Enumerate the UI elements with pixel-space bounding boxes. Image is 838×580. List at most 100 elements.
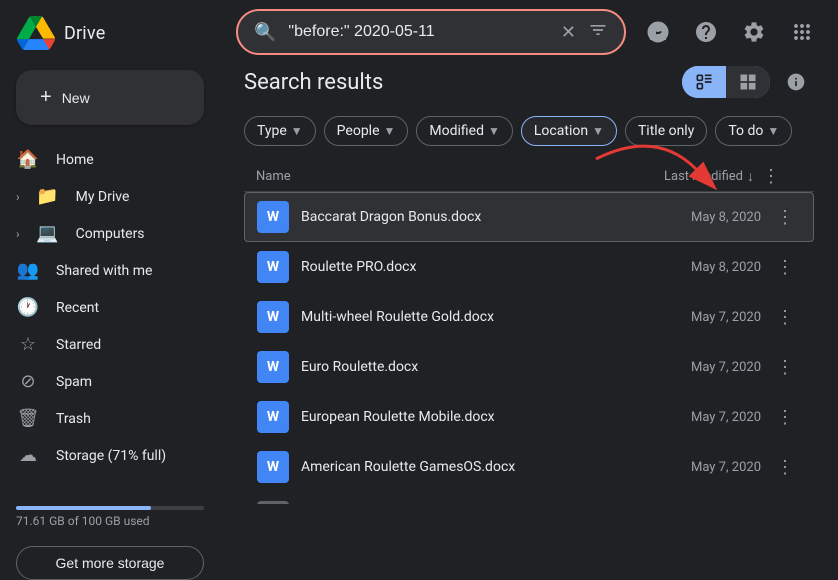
- sidebar-item-home[interactable]: 🏠 Home: [0, 141, 204, 178]
- filter-modified[interactable]: Modified ▼: [416, 116, 512, 146]
- filter-type[interactable]: Type ▼: [244, 116, 316, 146]
- file-menu-button[interactable]: ⋮: [769, 451, 801, 483]
- file-date: May 8, 2020: [621, 210, 761, 225]
- file-menu-button[interactable]: ⋮: [769, 351, 801, 383]
- file-menu-button[interactable]: ⋮: [769, 401, 801, 433]
- filter-modified-label: Modified: [429, 123, 484, 139]
- sidebar-item-label: My Drive: [76, 189, 188, 205]
- sidebar-item-recent[interactable]: 🕐 Recent: [0, 289, 204, 326]
- table-row[interactable]: W Euro Roulette.docx May 7, 2020 ⋮: [244, 342, 814, 392]
- help-button[interactable]: [686, 12, 726, 52]
- word-doc-icon: W: [257, 201, 289, 233]
- sidebar-item-label: Storage (71% full): [56, 448, 188, 464]
- word-doc-icon: W: [257, 351, 289, 383]
- search-filters-icon[interactable]: [588, 20, 608, 45]
- sidebar-item-my-drive[interactable]: › 📁 My Drive: [0, 178, 204, 215]
- word-doc-icon: W: [257, 251, 289, 283]
- new-button[interactable]: + New: [16, 70, 204, 125]
- cloud-icon: ☁: [16, 445, 40, 466]
- filter-title-only[interactable]: Title only: [625, 116, 707, 146]
- chevron-down-icon: ▼: [384, 124, 396, 138]
- sidebar-item-shared-with-me[interactable]: 👥 Shared with me: [0, 252, 204, 289]
- table-row[interactable]: W Multi-wheel Roulette Gold.docx May 7, …: [244, 292, 814, 342]
- settings-button[interactable]: [734, 12, 774, 52]
- search-input[interactable]: [288, 23, 548, 41]
- col-modified-header: Last modified ↓: [614, 168, 754, 185]
- file-date: May 8, 2020: [621, 260, 761, 275]
- file-name: Multi-wheel Roulette Gold.docx: [301, 309, 621, 325]
- filter-title-only-label: Title only: [638, 123, 694, 139]
- file-name: Baccarat Dragon Bonus.docx: [301, 209, 621, 225]
- table-row[interactable]: W European Roulette Mobile.docx May 7, 2…: [244, 392, 814, 442]
- chevron-right-icon: ›: [16, 190, 20, 204]
- sidebar-item-label: Trash: [56, 411, 188, 427]
- my-drive-icon: 📁: [36, 186, 60, 207]
- header-actions: [638, 12, 822, 52]
- sidebar-item-label: Starred: [56, 337, 188, 353]
- sidebar-item-storage[interactable]: ☁ Storage (71% full): [0, 437, 204, 474]
- file-name: American Roulette GamesOS.docx: [301, 459, 621, 475]
- sidebar-item-label: Computers: [76, 226, 188, 242]
- trash-icon: 🗑: [16, 408, 40, 429]
- filter-location[interactable]: Location ▼: [521, 116, 617, 146]
- file-name: Euro Roulette.docx: [301, 359, 621, 375]
- filter-people[interactable]: People ▼: [324, 116, 409, 146]
- word-doc-icon: W: [257, 401, 289, 433]
- more-options-icon: ⋮: [762, 166, 780, 187]
- app-title: Drive: [64, 23, 105, 44]
- sidebar: Drive + New 🏠 Home › 📁 My Drive › 💻 Comp…: [0, 0, 220, 504]
- storage-used-text: 71.61 GB of 100 GB used: [16, 514, 204, 528]
- info-button[interactable]: [778, 64, 814, 100]
- logo-area: Drive: [0, 8, 220, 66]
- table-row[interactable]: W American Roulette GamesOS.docx May 7, …: [244, 442, 814, 492]
- file-menu-button[interactable]: ⋮: [769, 251, 801, 283]
- chevron-down-icon: ▼: [488, 124, 500, 138]
- plus-icon: +: [40, 86, 52, 109]
- account-button[interactable]: [638, 12, 678, 52]
- sidebar-item-label: Shared with me: [56, 263, 188, 279]
- table-row[interactable]: W Baccarat Dragon Bonus.docx May 8, 2020…: [244, 192, 814, 242]
- sidebar-item-starred[interactable]: ☆ Starred: [0, 326, 204, 363]
- file-date: May 7, 2020: [621, 360, 761, 375]
- apps-button[interactable]: [782, 12, 822, 52]
- get-more-storage-button[interactable]: Get more storage: [16, 546, 204, 580]
- chevron-right-icon: ›: [16, 227, 20, 241]
- sidebar-item-computers[interactable]: › 💻 Computers: [0, 215, 204, 252]
- word-doc-icon: W: [257, 451, 289, 483]
- col-modified-label: Last modified: [664, 169, 743, 184]
- file-menu-button[interactable]: ⋮: [769, 301, 801, 333]
- table-row[interactable]: W Roulette PRO.docx May 8, 2020 ⋮: [244, 242, 814, 292]
- chevron-down-icon: ▼: [592, 124, 604, 138]
- sidebar-item-spam[interactable]: ⊘ Spam: [0, 363, 204, 400]
- search-bar[interactable]: 🔍 ✕: [236, 9, 626, 55]
- recent-icon: 🕐: [16, 297, 40, 318]
- grid-view-button[interactable]: [726, 66, 770, 98]
- sort-down-icon: ↓: [747, 168, 754, 185]
- google-drive-logo: [16, 16, 56, 50]
- file-date: May 7, 2020: [621, 410, 761, 425]
- sidebar-item-label: Spam: [56, 374, 188, 390]
- file-name: European Roulette Mobile.docx: [301, 409, 621, 425]
- file-menu-button[interactable]: ⋮: [769, 201, 801, 233]
- computers-icon: 💻: [36, 223, 60, 244]
- sidebar-item-trash[interactable]: 🗑 Trash: [0, 400, 204, 437]
- col-name-header: Name: [256, 169, 614, 184]
- chevron-down-icon: ▼: [767, 124, 779, 138]
- file-date: May 7, 2020: [621, 460, 761, 475]
- filter-to-do[interactable]: To do ▼: [715, 116, 792, 146]
- filter-location-label: Location: [534, 123, 588, 139]
- header: 🔍 ✕: [220, 0, 838, 64]
- table-row[interactable]: Shashwat Tasks.zip May 6, 2020 ⋮: [244, 492, 814, 504]
- list-view-button[interactable]: [682, 66, 726, 98]
- search-clear-icon[interactable]: ✕: [561, 22, 576, 43]
- star-icon: ☆: [16, 334, 40, 355]
- word-doc-icon: W: [257, 301, 289, 333]
- sidebar-item-label: Recent: [56, 300, 188, 316]
- main-area: 🔍 ✕: [220, 0, 838, 504]
- col-actions-header: ⋮: [762, 166, 802, 187]
- home-icon: 🏠: [16, 149, 40, 170]
- search-icon: 🔍: [254, 22, 276, 43]
- content-area: Search results: [220, 64, 838, 504]
- file-date: May 7, 2020: [621, 310, 761, 325]
- view-toggle: [682, 66, 770, 98]
